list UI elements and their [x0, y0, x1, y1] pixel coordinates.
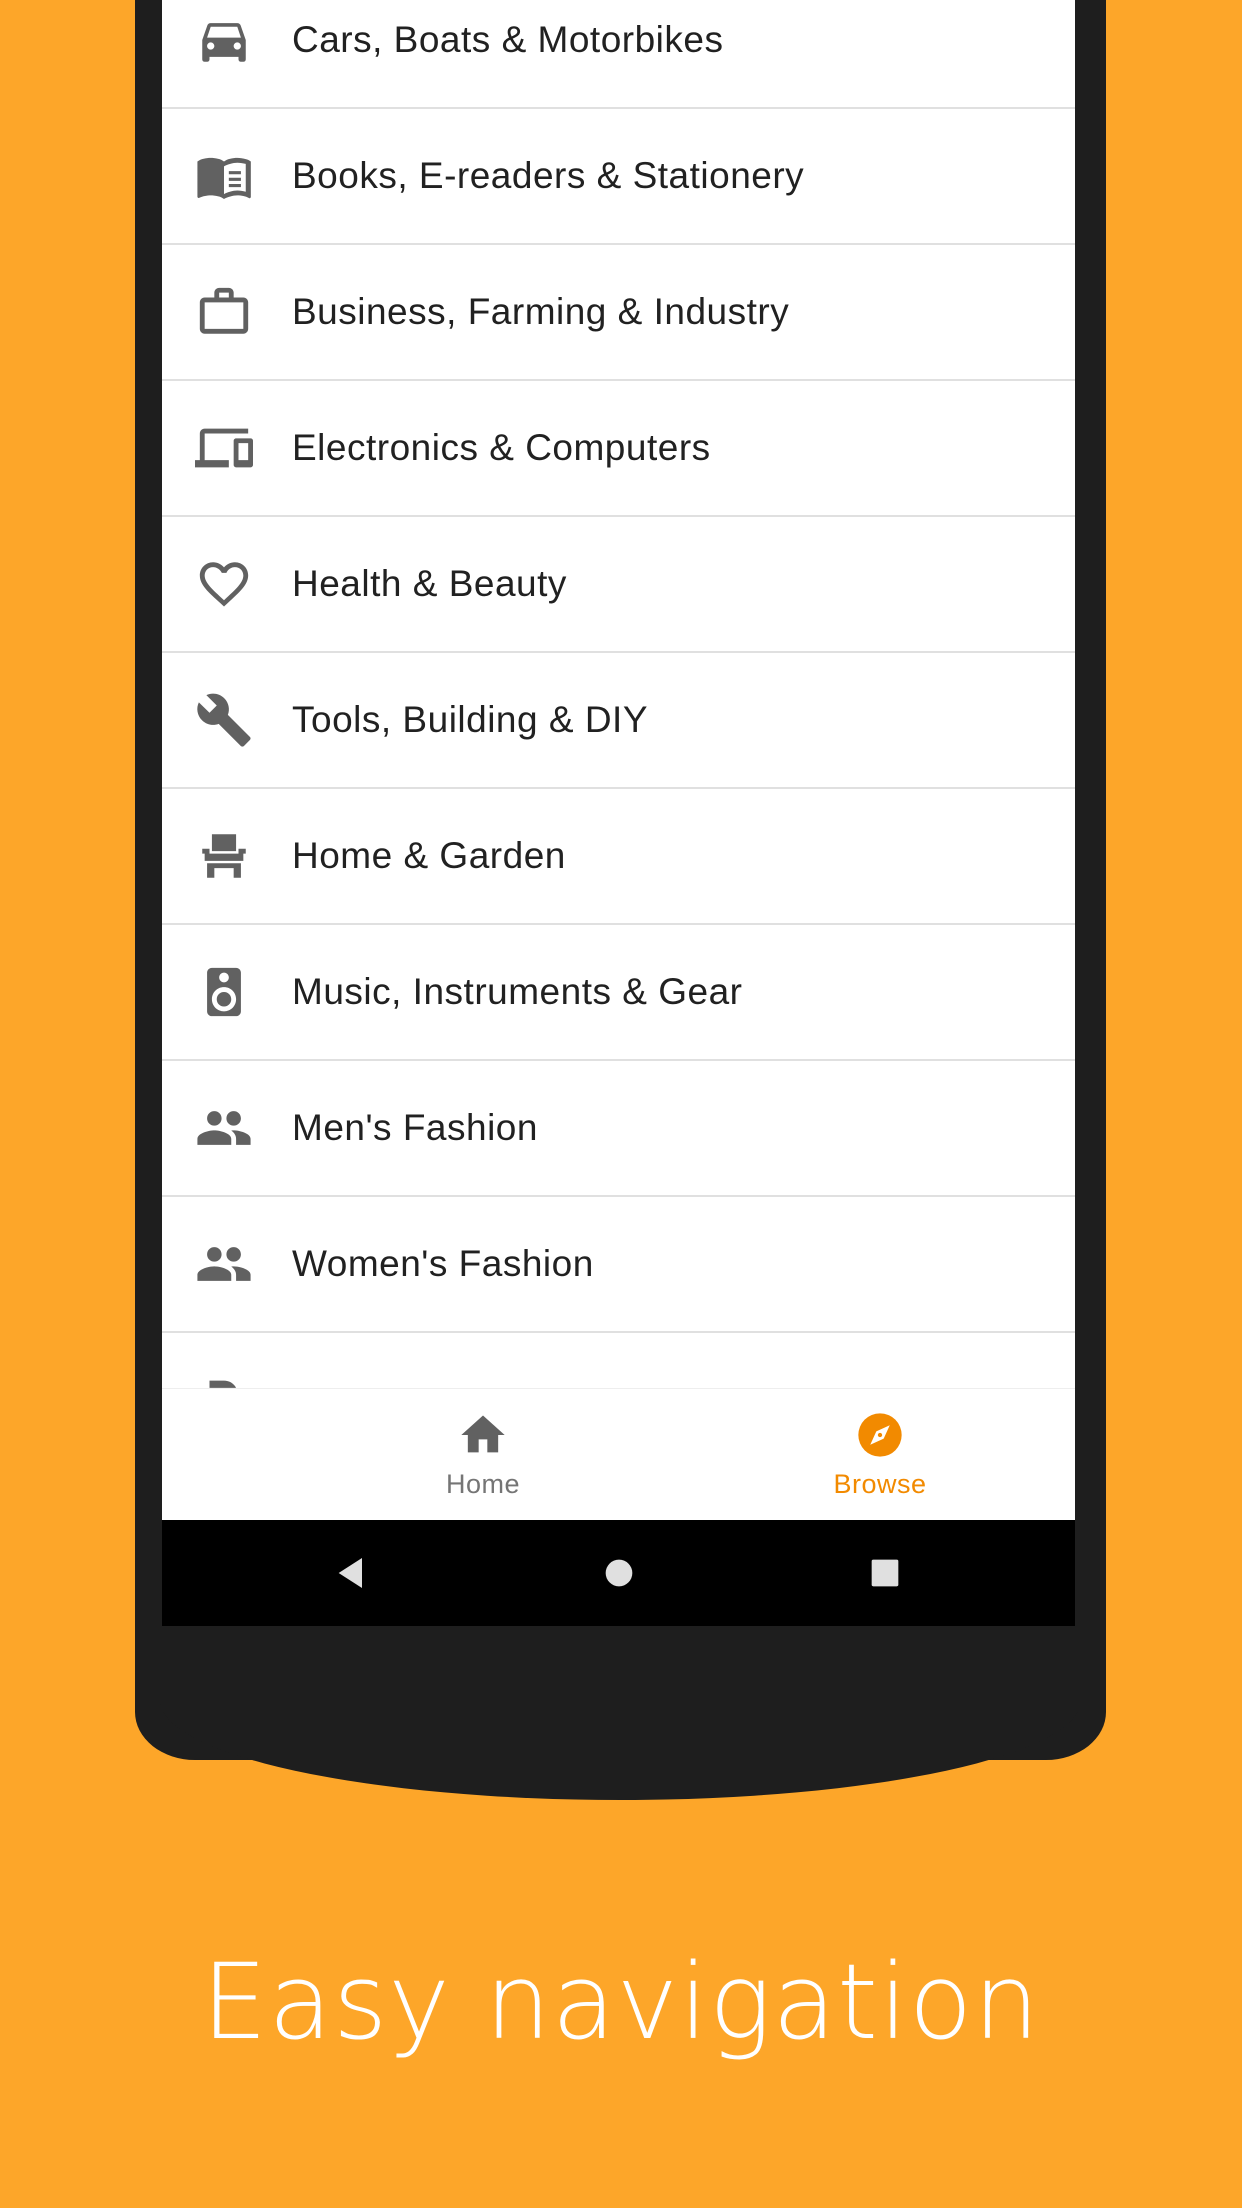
category-label: Cars, Boats & Motorbikes: [292, 19, 724, 60]
home-circle-icon[interactable]: [594, 1548, 644, 1598]
nav-home-label: Home: [445, 1469, 521, 1499]
category-item-books[interactable]: Books, E-readers & Stationery: [162, 109, 1075, 245]
category-label: Men's Fashion: [292, 1107, 538, 1148]
briefcase-icon: [194, 282, 254, 342]
category-item-womens-fashion[interactable]: Women's Fashion: [162, 1197, 1075, 1333]
category-label: Books, E-readers & Stationery: [292, 155, 805, 196]
people-icon: [194, 1234, 254, 1294]
category-item-cars[interactable]: Cars, Boats & Motorbikes: [162, 0, 1075, 109]
system-navigation-bar: [162, 1520, 1075, 1626]
heart-icon: [194, 554, 254, 614]
armchair-icon: [194, 826, 254, 886]
promo-caption: Easy navigation: [201, 1941, 1041, 2063]
nav-browse-label: Browse: [833, 1469, 927, 1499]
category-label: Electronics & Computers: [292, 427, 711, 468]
category-label: Tools, Building & DIY: [292, 699, 649, 740]
category-item-mens-fashion[interactable]: Men's Fashion: [162, 1061, 1075, 1197]
compass-icon: [858, 1413, 902, 1457]
category-label: Music, Instruments & Gear: [292, 971, 743, 1012]
bottom-navigation: Home Browse: [162, 1388, 1075, 1521]
wrench-icon: [194, 690, 254, 750]
category-item-home-garden[interactable]: Home & Garden: [162, 789, 1075, 925]
recents-icon[interactable]: [860, 1548, 910, 1598]
category-item-tools[interactable]: Tools, Building & DIY: [162, 653, 1075, 789]
category-list[interactable]: Cars, Boats & Motorbikes Books, E-reader…: [162, 0, 1075, 1388]
car-icon: [194, 10, 254, 70]
speaker-icon: [194, 962, 254, 1022]
partial-icon: [194, 1370, 254, 1388]
app-screen: Cars, Boats & Motorbikes Books, E-reader…: [162, 0, 1075, 1626]
category-label: Health & Beauty: [292, 563, 567, 604]
category-item-partial[interactable]: [162, 1333, 1075, 1388]
category-item-business[interactable]: Business, Farming & Industry: [162, 245, 1075, 381]
people-icon: [194, 1098, 254, 1158]
category-item-electronics[interactable]: Electronics & Computers: [162, 381, 1075, 517]
home-icon: [461, 1415, 505, 1453]
book-icon: [194, 146, 254, 206]
category-item-health[interactable]: Health & Beauty: [162, 517, 1075, 653]
nav-home-tab[interactable]: Home: [383, 1389, 583, 1521]
nav-browse-tab[interactable]: Browse: [780, 1389, 980, 1521]
category-item-music[interactable]: Music, Instruments & Gear: [162, 925, 1075, 1061]
back-icon[interactable]: [327, 1548, 377, 1598]
category-label: Business, Farming & Industry: [292, 291, 790, 332]
phone-chin: [160, 1700, 1081, 1800]
category-label: Home & Garden: [292, 835, 566, 876]
devices-icon: [194, 418, 254, 478]
category-label: Women's Fashion: [292, 1243, 594, 1284]
